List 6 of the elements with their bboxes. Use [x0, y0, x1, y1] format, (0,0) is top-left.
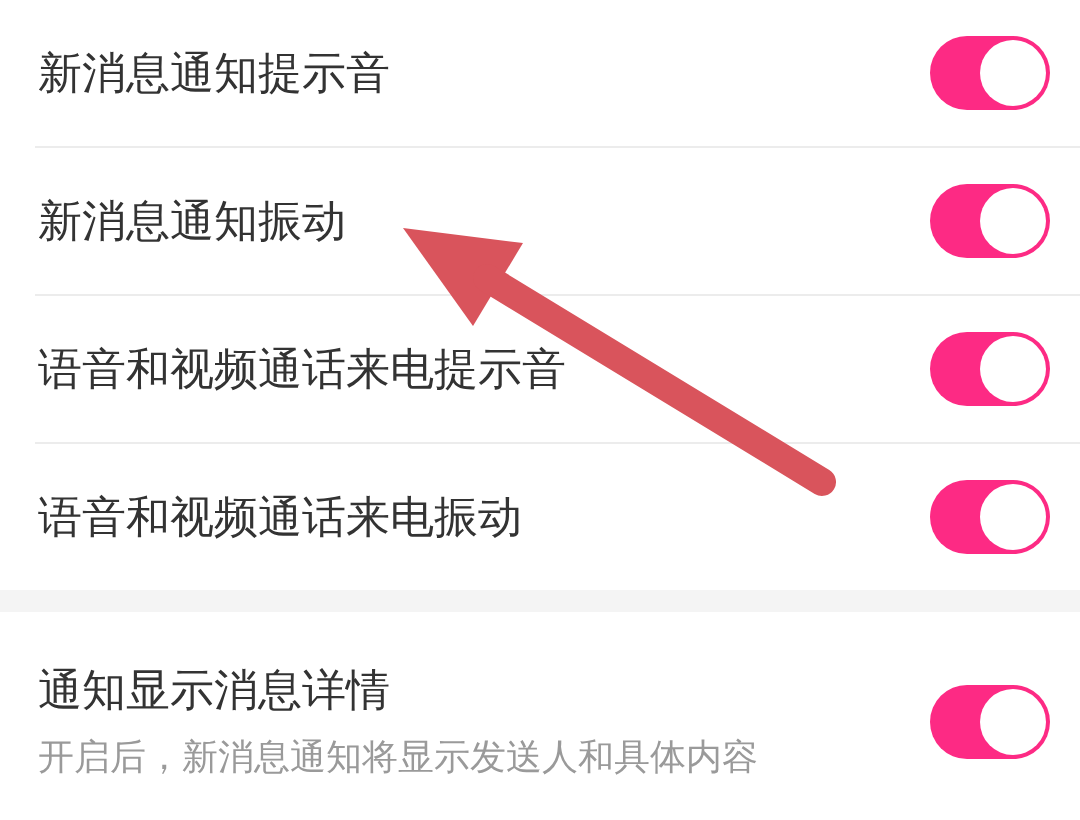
setting-title: 语音和视频通话来电振动 — [38, 491, 522, 543]
setting-description: 开启后，新消息通知将显示发送人和具体内容 — [38, 735, 758, 779]
setting-title: 语音和视频通话来电提示音 — [38, 343, 566, 395]
setting-title: 通知显示消息详情 — [38, 664, 390, 716]
setting-title: 新消息通知提示音 — [38, 47, 390, 99]
setting-title: 新消息通知振动 — [38, 195, 346, 247]
